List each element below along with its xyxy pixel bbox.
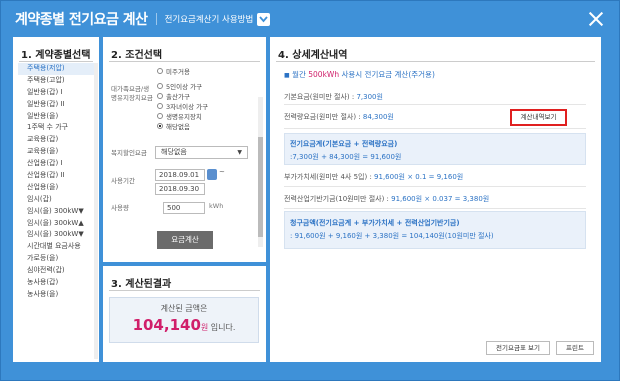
contract-type-item[interactable]: 임시(을) 300kW▼ [18, 206, 94, 218]
contract-type-list: 주택용(저압) 주택용(고압) 일반용(갑) I 일반용(갑) II 일반용(을) 1주택… [18, 63, 94, 363]
basic-label: 기본요금(원미만 절사) : [284, 93, 357, 101]
calculator-modal: 계약종별 전기요금 계산 전기요금계산기 사용방법 1. 계약종별선택 주택용(… [0, 0, 620, 381]
contract-type-item[interactable]: 임시(을) 300kW▼ [18, 229, 94, 241]
view-calculation-button[interactable]: 계산내역보기 [510, 109, 567, 126]
radio-top-option[interactable]: 미주거용 [157, 66, 190, 76]
contract-type-item[interactable]: 산업용(을) [18, 182, 94, 194]
chevron-down-icon[interactable] [257, 12, 271, 26]
basic-fee-row: 기본요금(원미만 절사) : 7,300원 [284, 89, 586, 105]
window-title: 계약종별 전기요금 계산 [15, 12, 148, 28]
rate-table-button[interactable]: 전기요금표 보기 [486, 341, 550, 355]
heading-divider [19, 61, 93, 62]
panel-heading: 1. 계약종별선택 [21, 50, 91, 61]
square-bullet-icon: ■ [284, 72, 290, 79]
contract-type-item[interactable]: 산업용(갑) II [18, 170, 94, 182]
summary-usage: 500kWh [308, 70, 340, 79]
usage-label: 사용량 [111, 204, 129, 212]
fund-row: 전력산업기반기금(10원미만 절사) : 91,600원 × 0.037 = 3… [284, 189, 586, 209]
heading-divider [109, 290, 260, 291]
close-icon[interactable] [587, 10, 605, 28]
contract-type-item[interactable]: 주택용(저압) [18, 63, 94, 75]
contract-type-item[interactable]: 교육용(을) [18, 146, 94, 158]
guide-link[interactable]: 전기요금계산기 사용방법 [165, 13, 254, 25]
period-label: 사용기간 [111, 177, 135, 185]
contract-type-item[interactable]: 교육용(갑) [18, 134, 94, 146]
date-to-input[interactable]: 2018.09.30 [155, 183, 205, 195]
radio-label: 5인이상 가구 [166, 83, 203, 91]
contract-type-item[interactable]: 1주택 수 가구 [18, 122, 94, 134]
title-bar: 계약종별 전기요금 계산 전기요금계산기 사용방법 [1, 1, 619, 37]
contract-type-item[interactable]: 임시(갑) [18, 194, 94, 206]
radio-label: 생명유지장치 [166, 113, 202, 121]
vat-value: 91,600원 × 0.1 = 9,160원 [374, 173, 464, 181]
claim-box: 청구금액(전기요금계 + 부가가치세 + 전력산업기반기금) : 91,600원… [284, 211, 586, 249]
radio-label: 해당없음 [166, 123, 190, 131]
vat-row: 부가가치세(원미만 4사 5입) : 91,600원 × 0.1 = 9,160… [284, 167, 586, 187]
result-panel: 3. 계산된결과 계산된 금액은 104,140원 입니다. [103, 266, 266, 362]
condition-panel: 2. 조건선택 미주거용 대가족요금/생명유지장치요금 5인이상 가구출산가구 3… [103, 37, 266, 262]
vat-label: 부가가치세(원미만 4사 5입) : [284, 173, 375, 181]
panel-heading: 4. 상세계산내역 [278, 50, 348, 61]
contract-type-item[interactable]: 가로등(을) [18, 253, 94, 265]
fund-value: 91,600원 × 0.037 = 3,380원 [391, 195, 490, 203]
usage-unit: kWh [209, 202, 224, 210]
result-amount: 104,140 [132, 316, 201, 334]
claim-title: 청구금액(전기요금계 + 부가가치세 + 전력산업기반기금) [290, 219, 460, 227]
discount-value: 해당없음 [161, 148, 187, 156]
contract-type-item[interactable]: 농사용(갑) [18, 277, 94, 289]
calculate-button[interactable]: 요금계산 [157, 231, 213, 249]
radio-label: 출산가구 [166, 93, 190, 101]
result-amount-line: 104,140원 입니다. [110, 316, 258, 334]
welfare-radio[interactable]: 해당없음 [157, 121, 190, 131]
welfare-label: 대가족요금/생명유지장치요금 [111, 85, 153, 102]
result-line: 계산된 금액은 [160, 304, 208, 313]
contract-type-item[interactable]: 일반용(을) [18, 111, 94, 123]
caret-down-icon: ▼ [237, 149, 242, 156]
contract-type-item[interactable]: 산업용(갑) I [18, 158, 94, 170]
discount-label: 복지할인요금 [111, 149, 147, 157]
contract-type-item[interactable]: 일반용(갑) II [18, 99, 94, 111]
welfare-radio[interactable]: 생명유지장치 [157, 111, 202, 121]
radio-label: 미주거용 [166, 68, 190, 76]
contract-type-item[interactable]: 시간대별 요금사용 [18, 241, 94, 253]
energy-label: 전력량요금(원미만 절사) : [284, 113, 363, 121]
heading-divider [276, 61, 595, 62]
contract-type-item[interactable]: 일반용(갑) I [18, 87, 94, 99]
usage-input[interactable]: 500 [163, 202, 205, 214]
contract-type-item[interactable]: 농사용(을) [18, 289, 94, 301]
energy-value: 84,300원 [362, 113, 394, 121]
contract-type-item[interactable]: 주택용(고압) [18, 75, 94, 87]
welfare-radio[interactable]: 출산가구 [157, 91, 190, 101]
contract-type-item[interactable]: 심야전력(갑) [18, 265, 94, 277]
detail-summary: ■ 월간 500kWh 사용시 전기요금 계산(주거용) [284, 69, 435, 80]
radio-label: 3자녀이상 가구 [166, 103, 209, 111]
panel-heading: 3. 계산된결과 [111, 279, 172, 290]
panel-heading: 2. 조건선택 [111, 50, 163, 61]
welfare-radio[interactable]: 3자녀이상 가구 [157, 101, 208, 111]
fund-label: 전력산업기반기금(10원미만 절사) : [284, 195, 392, 203]
total-value: :7,300원 + 84,300원 = 91,600원 [290, 153, 402, 161]
scrollbar[interactable] [258, 97, 263, 247]
contract-type-item[interactable]: 임시(을) 300kW▲ [18, 218, 94, 230]
summary-prefix: 월간 [292, 70, 309, 79]
date-from-input[interactable]: 2018.09.01 [155, 169, 205, 181]
basic-value: 7,300원 [356, 93, 383, 101]
result-suffix: 입니다. [208, 323, 236, 332]
print-button[interactable]: 프린트 [556, 341, 594, 355]
tilde: ~ [219, 168, 225, 176]
title-divider [155, 13, 157, 25]
discount-select[interactable]: 해당없음 ▼ [155, 146, 248, 159]
summary-suffix: 사용시 전기요금 계산(주거용) [339, 70, 435, 79]
total-box: 전기요금계(기본요금 + 전력량요금) :7,300원 + 84,300원 = … [284, 133, 586, 165]
scrollbar[interactable] [94, 63, 98, 359]
result-box: 계산된 금액은 104,140원 입니다. [109, 297, 259, 343]
calendar-icon[interactable] [207, 169, 217, 180]
detail-panel: 4. 상세계산내역 ■ 월간 500kWh 사용시 전기요금 계산(주거용) 기… [270, 37, 601, 362]
welfare-radio[interactable]: 5인이상 가구 [157, 81, 202, 91]
total-title: 전기요금계(기본요금 + 전력량요금) [290, 140, 398, 148]
heading-divider [109, 61, 260, 62]
claim-value: : 91,600원 + 9,160원 + 3,380원 = 104,140원(1… [290, 232, 494, 240]
contract-type-panel: 1. 계약종별선택 주택용(저압) 주택용(고압) 일반용(갑) I 일반용(갑) I… [13, 37, 99, 362]
